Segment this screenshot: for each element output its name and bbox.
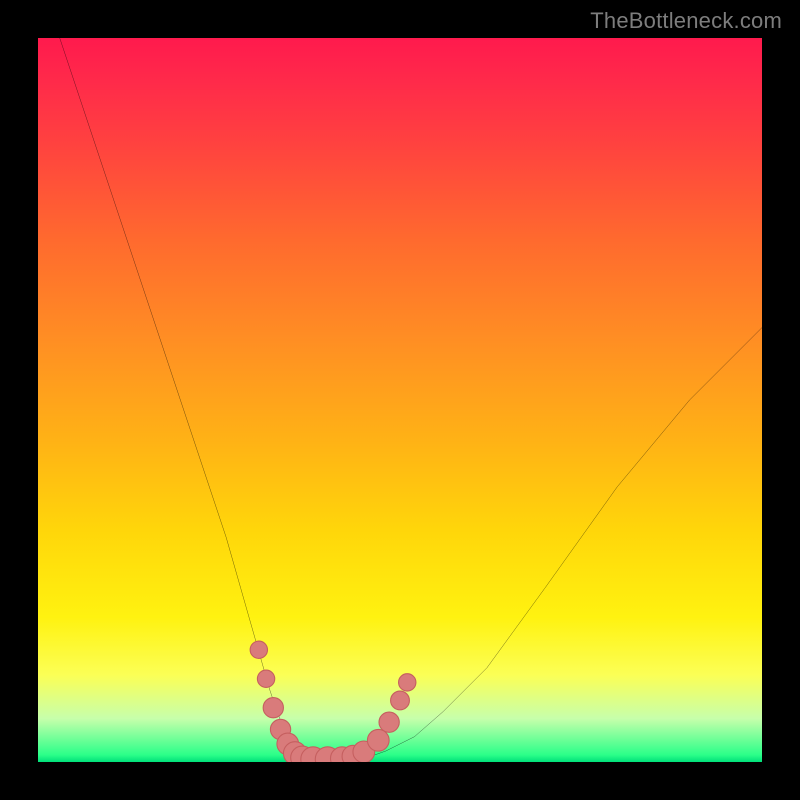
- curve-marker: [367, 729, 389, 751]
- curve-markers: [250, 641, 416, 762]
- bottleneck-curve: [60, 38, 762, 759]
- curve-marker: [250, 641, 267, 658]
- chart-frame: TheBottleneck.com: [0, 0, 800, 800]
- watermark-text: TheBottleneck.com: [590, 8, 782, 34]
- curve-marker: [263, 698, 283, 718]
- curve-marker: [391, 691, 410, 710]
- curve-marker: [379, 712, 399, 732]
- curve-layer: [38, 38, 762, 762]
- curve-marker: [257, 670, 274, 687]
- curve-marker: [399, 674, 416, 691]
- plot-area: [38, 38, 762, 762]
